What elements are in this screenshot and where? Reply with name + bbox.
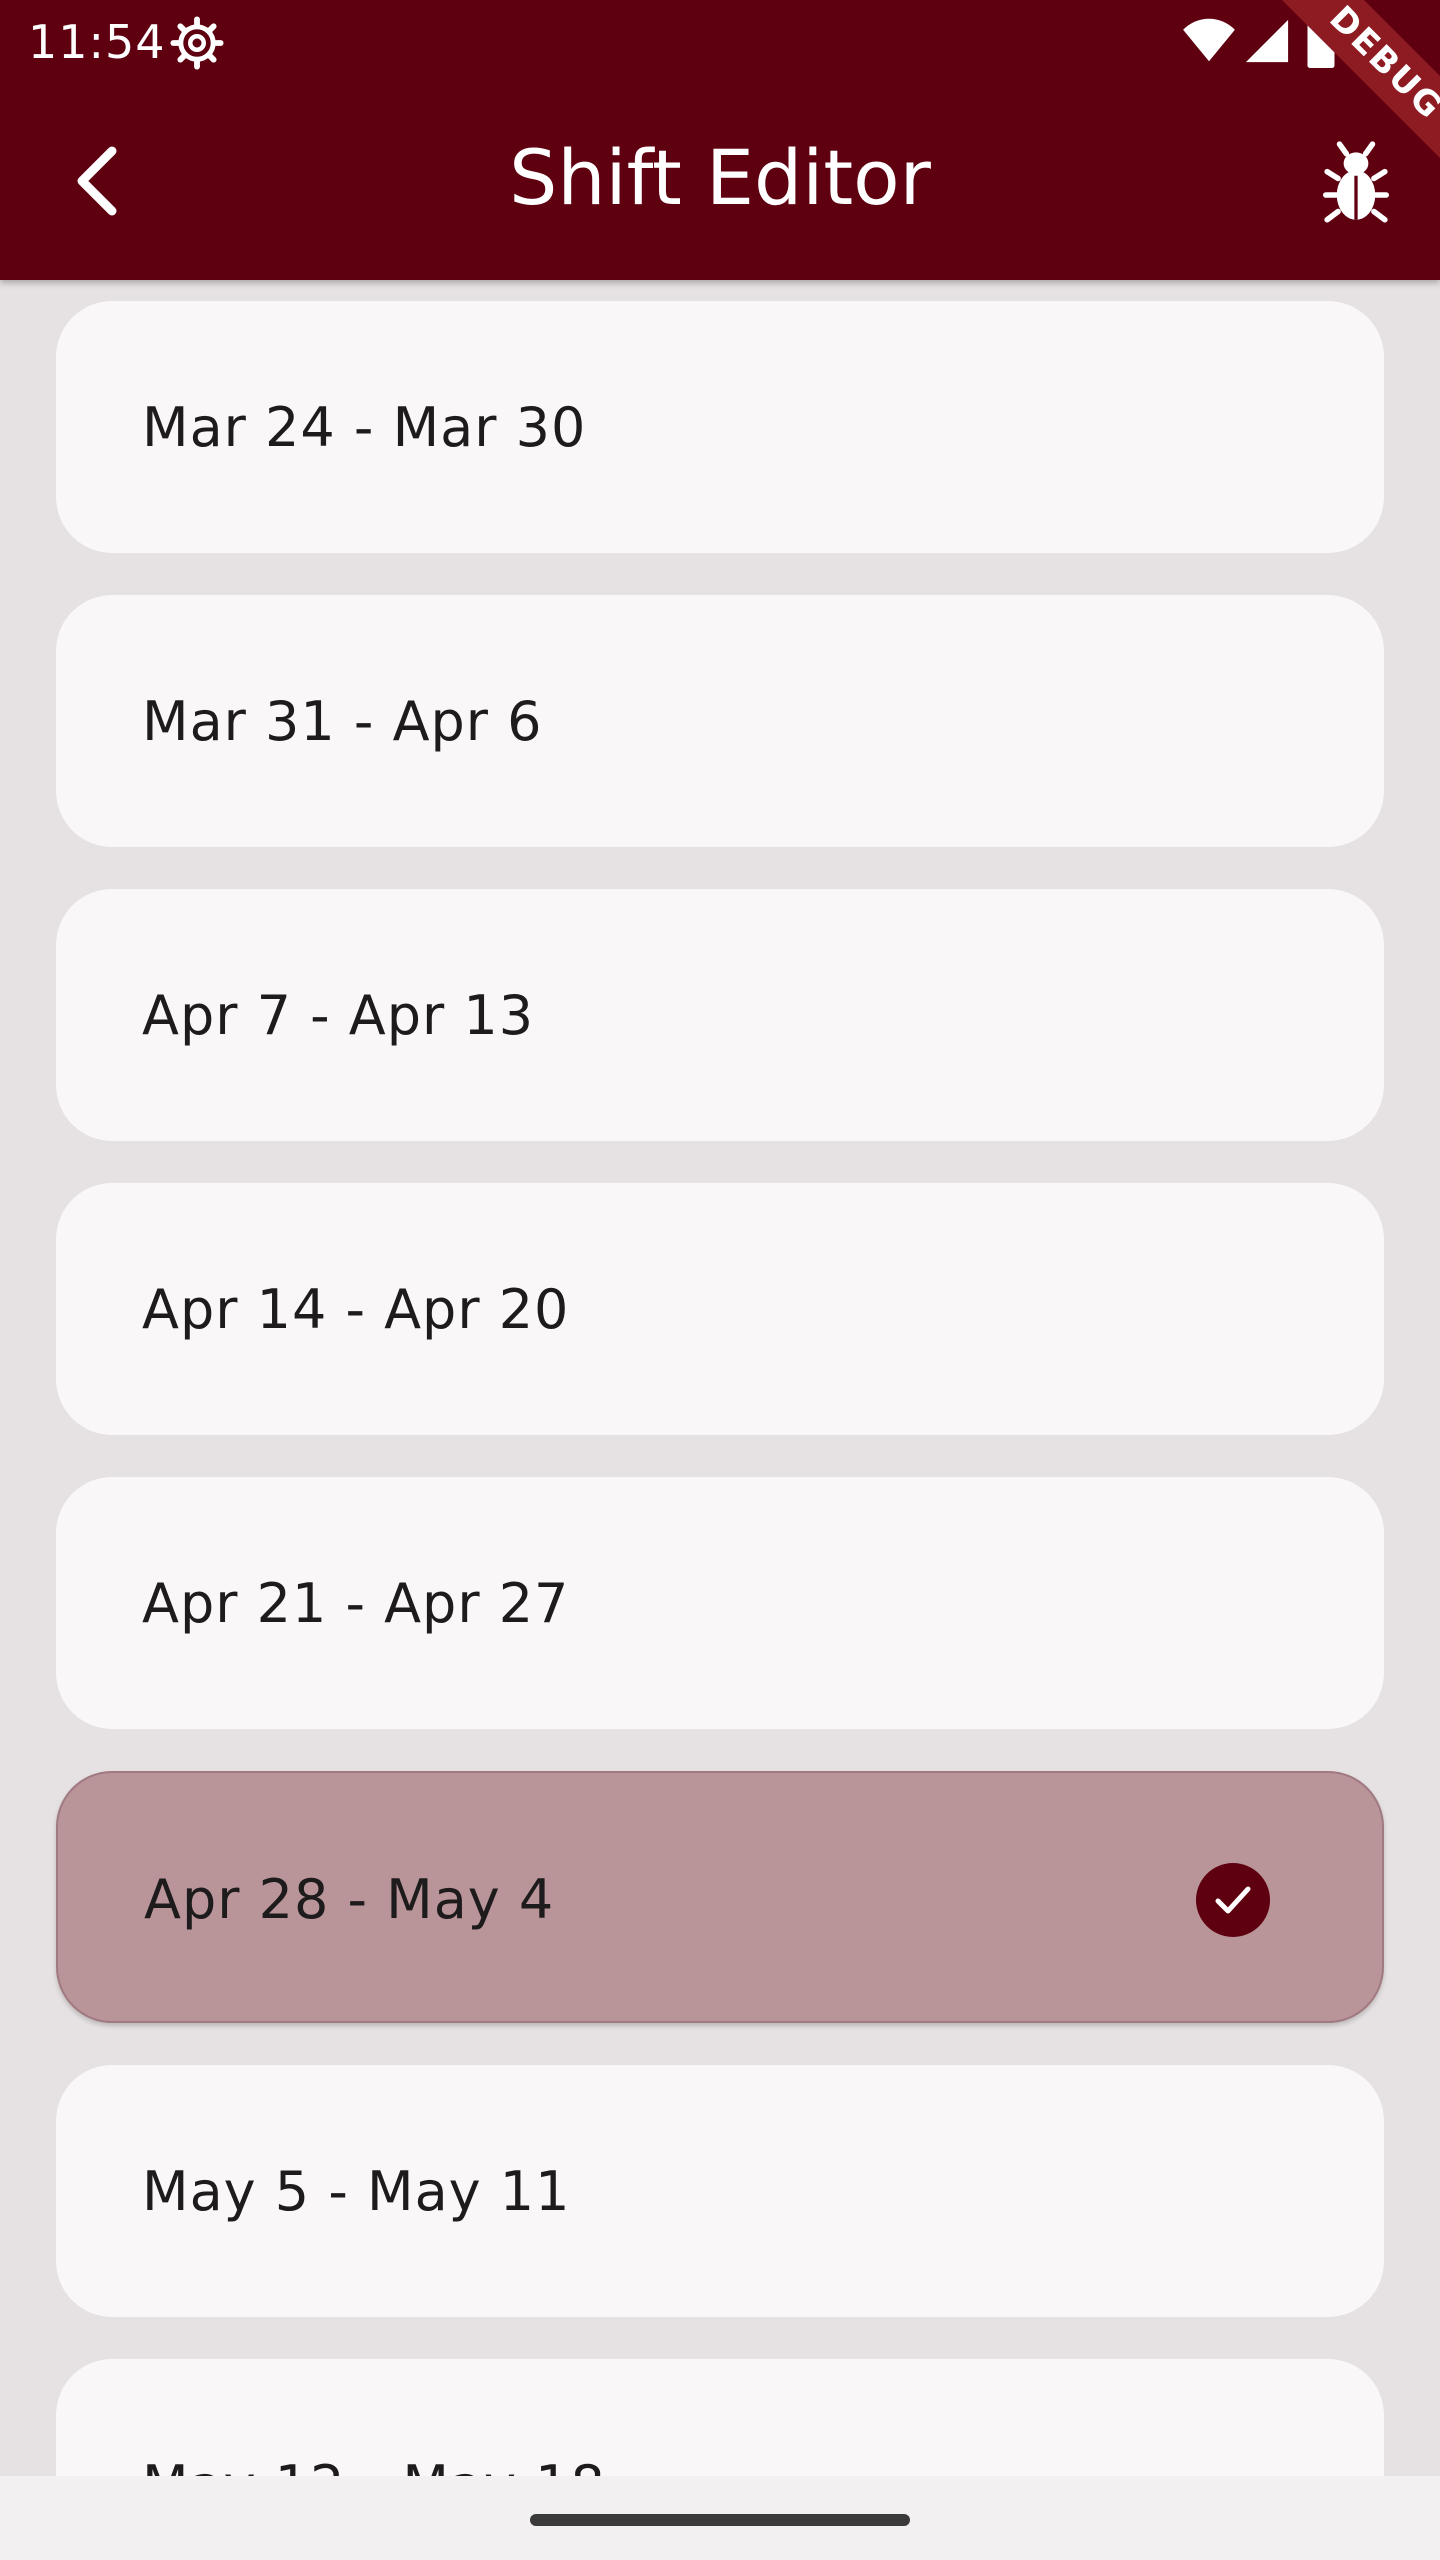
- week-card[interactable]: Apr 21 - Apr 27: [56, 1477, 1384, 1729]
- wifi-icon: [1183, 18, 1235, 62]
- debug-button[interactable]: [1318, 136, 1394, 232]
- week-card[interactable]: Apr 14 - Apr 20: [56, 1183, 1384, 1435]
- week-card[interactable]: May 12 - May 18: [56, 2359, 1384, 2476]
- signal-icon: [1245, 19, 1289, 63]
- top-bar: 11:54 DEBUG Shift Editor: [0, 0, 1440, 280]
- week-card[interactable]: May 5 - May 11: [56, 2065, 1384, 2317]
- week-label: Apr 21 - Apr 27: [142, 1571, 570, 1635]
- week-label: May 5 - May 11: [142, 2159, 571, 2223]
- page-title: Shift Editor: [509, 133, 931, 222]
- week-card[interactable]: Mar 24 - Mar 30: [56, 301, 1384, 553]
- week-label: Apr 28 - May 4: [144, 1867, 555, 1931]
- week-label: Apr 7 - Apr 13: [142, 983, 535, 1047]
- status-time: 11:54: [28, 15, 166, 69]
- app-bar: Shift Editor: [0, 84, 1440, 280]
- week-label: Apr 14 - Apr 20: [142, 1277, 570, 1341]
- gesture-nav-bar: [0, 2476, 1440, 2560]
- gear-icon: [170, 16, 224, 70]
- week-label: Mar 31 - Apr 6: [142, 689, 543, 753]
- week-label: May 12 - May 18: [142, 2359, 606, 2477]
- check-circle-icon: [1196, 1863, 1270, 1937]
- week-card[interactable]: Mar 31 - Apr 6: [56, 595, 1384, 847]
- week-label: Mar 24 - Mar 30: [142, 395, 587, 459]
- home-gesture-handle[interactable]: [530, 2514, 910, 2526]
- status-bar: 11:54: [0, 0, 1440, 84]
- week-card-selected[interactable]: Apr 28 - May 4: [56, 1771, 1384, 2023]
- week-list: Mar 24 - Mar 30 Mar 31 - Apr 6 Apr 7 - A…: [0, 280, 1440, 2476]
- bug-icon: [1323, 141, 1389, 223]
- week-card[interactable]: Apr 7 - Apr 13: [56, 889, 1384, 1141]
- app-screen: 11:54 DEBUG Shift Editor Mar 24 - Mar 30…: [0, 0, 1440, 2560]
